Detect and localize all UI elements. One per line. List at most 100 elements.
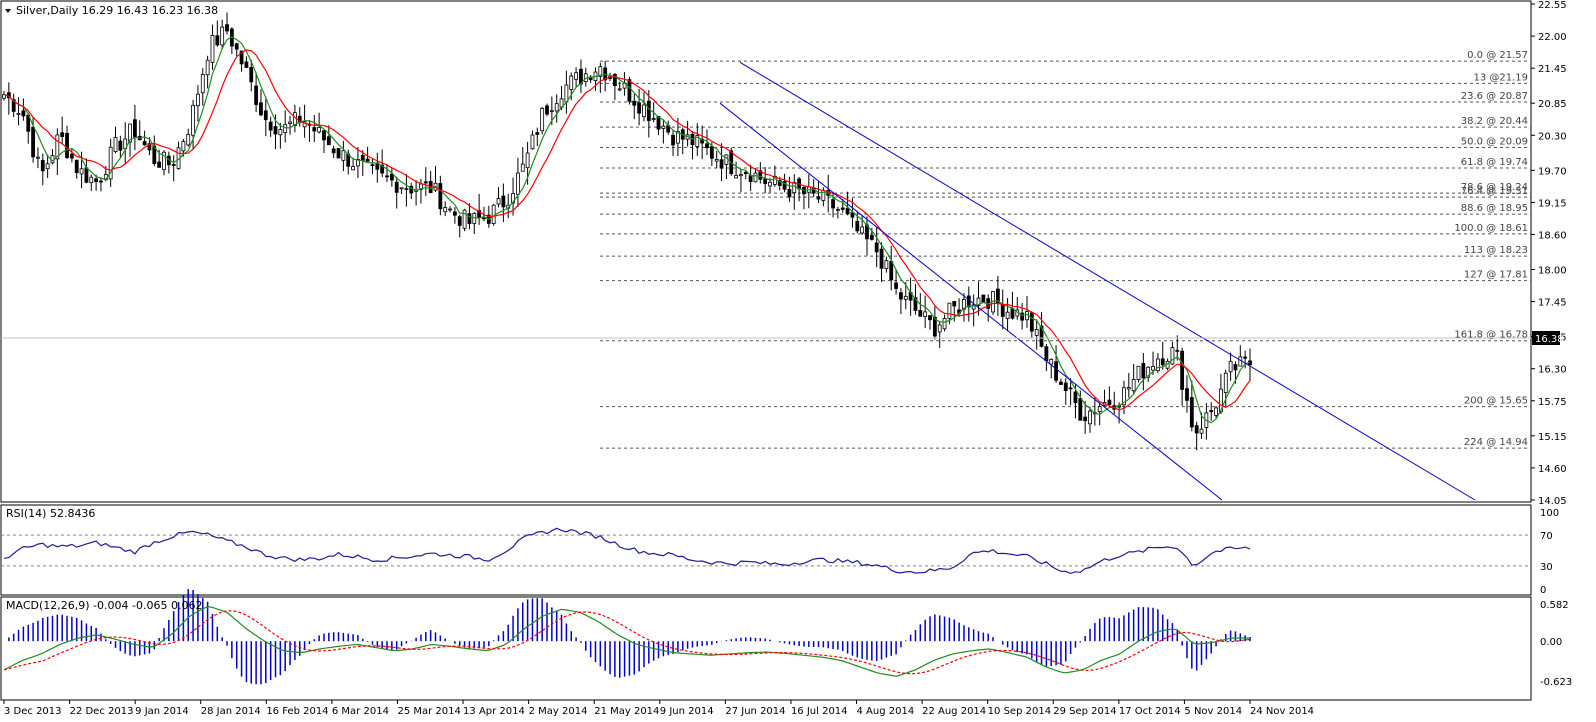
- candle-body: [21, 110, 26, 117]
- fib-level-label: 23.6 @ 20.87: [1461, 91, 1528, 102]
- candle-body: [530, 134, 535, 150]
- candle-body: [1141, 363, 1146, 379]
- candle-body: [734, 175, 738, 179]
- candle-body: [89, 176, 94, 184]
- candle-body: [404, 188, 409, 191]
- candle-body: [263, 110, 268, 121]
- candle-body: [899, 292, 903, 300]
- candle-body: [273, 126, 278, 135]
- candle-body: [1059, 381, 1063, 385]
- candle-body: [472, 213, 477, 224]
- candle-body: [16, 112, 21, 115]
- candle-body: [394, 181, 399, 193]
- candle-body: [351, 166, 355, 171]
- fib-level-label: 127 @ 17.81: [1464, 270, 1528, 281]
- candle-body: [545, 105, 549, 115]
- candle-body: [191, 104, 195, 136]
- candle-body: [36, 156, 40, 159]
- candle-body: [840, 207, 845, 210]
- candle-body: [768, 181, 772, 187]
- time-axis-label: 9 Jun 2014: [660, 706, 714, 717]
- candle-body: [69, 153, 74, 159]
- candle-body: [651, 118, 656, 121]
- candle-body: [1044, 346, 1049, 362]
- fib-level-label: 61.8 @ 19.74: [1461, 157, 1528, 168]
- candle-body: [637, 102, 642, 114]
- candle-body: [322, 130, 326, 141]
- candle-body: [952, 301, 957, 307]
- price-axis-label: 20.30: [1538, 131, 1567, 142]
- price-axis-label: 16.30: [1538, 365, 1567, 376]
- candle-body: [317, 127, 322, 133]
- fib-level-label: 161.8 @ 16.78: [1454, 330, 1528, 341]
- candle-body: [133, 119, 137, 138]
- candle-body: [1078, 398, 1083, 421]
- candle-body: [1189, 397, 1194, 428]
- price-axis-label: 14.05: [1538, 496, 1567, 507]
- fib-level-label: 113 @ 18.23: [1464, 245, 1528, 256]
- candle-body: [326, 136, 331, 146]
- rsi-axis-label: 70: [1540, 531, 1553, 542]
- candle-body: [1088, 410, 1092, 425]
- rsi-pane-title: RSI(14) 52.8436: [6, 507, 95, 520]
- price-axis-label: 19.15: [1538, 198, 1567, 209]
- candle-body: [894, 282, 898, 289]
- candle-body: [482, 217, 486, 220]
- candle-body: [496, 198, 501, 205]
- candle-body: [385, 175, 389, 178]
- candle-body: [389, 173, 394, 181]
- fib-level-label: 224 @ 14.94: [1464, 437, 1528, 448]
- price-axis-label: 21.45: [1538, 64, 1567, 75]
- candle-body: [1199, 428, 1204, 434]
- candle-body: [942, 318, 947, 330]
- candle-body: [1194, 425, 1199, 434]
- candle-body: [157, 161, 162, 168]
- candle-body: [792, 182, 797, 194]
- candle-body: [535, 132, 540, 135]
- candle-body: [617, 88, 622, 91]
- candle-body: [574, 72, 578, 80]
- candle-body: [462, 209, 467, 229]
- candle-body: [1107, 399, 1112, 406]
- time-axis-label: 24 Nov 2014: [1250, 706, 1314, 717]
- candle-body: [283, 123, 288, 133]
- candle-body: [186, 134, 191, 146]
- candle-body: [94, 178, 99, 183]
- candle-body: [200, 74, 205, 94]
- candle-body: [835, 208, 840, 211]
- candle-body: [1083, 416, 1088, 422]
- candle-body: [220, 26, 225, 46]
- fib-level-label: 88.6 @ 18.95: [1461, 203, 1528, 214]
- price-pane-frame: [0, 0, 1532, 503]
- candle-body: [31, 126, 35, 158]
- time-axis-label: 2 May 2014: [529, 706, 588, 717]
- candle-body: [196, 93, 200, 107]
- price-axis-label: 15.75: [1538, 397, 1567, 408]
- candle-body: [1170, 347, 1175, 365]
- candle-body: [874, 242, 879, 253]
- time-axis-label: 17 Oct 2014: [1119, 706, 1181, 717]
- candle-body: [739, 174, 743, 177]
- fib-level-label: 13 @21.19: [1473, 72, 1528, 83]
- candle-body: [113, 137, 118, 153]
- candle-body: [860, 226, 865, 234]
- price-axis-label: 17.45: [1538, 298, 1567, 309]
- candle-body: [671, 134, 675, 146]
- candle-body: [889, 260, 894, 281]
- candle-body: [452, 211, 457, 216]
- candle-body: [1126, 387, 1131, 390]
- candle-body: [360, 155, 365, 161]
- rsi-axis-label: 100: [1540, 508, 1559, 519]
- candle-body: [642, 104, 646, 118]
- time-axis-label: 9 Jan 2014: [135, 706, 189, 717]
- time-axis-label: 22 Dec 2013: [70, 706, 134, 717]
- macd-axis-label: 0.582: [1540, 600, 1569, 611]
- candle-body: [709, 146, 714, 159]
- time-axis-label: 22 Aug 2014: [922, 706, 986, 717]
- time-axis-label: 5 Nov 2014: [1184, 706, 1242, 717]
- candle-body: [831, 199, 835, 209]
- candle-body: [554, 103, 559, 112]
- time-axis-label: 3 Dec 2013: [4, 706, 62, 717]
- time-axis: 3 Dec 2013 22 Dec 2013 9 Jan 2014 28 Jan 20…: [3, 700, 1314, 717]
- candle-body: [753, 172, 758, 183]
